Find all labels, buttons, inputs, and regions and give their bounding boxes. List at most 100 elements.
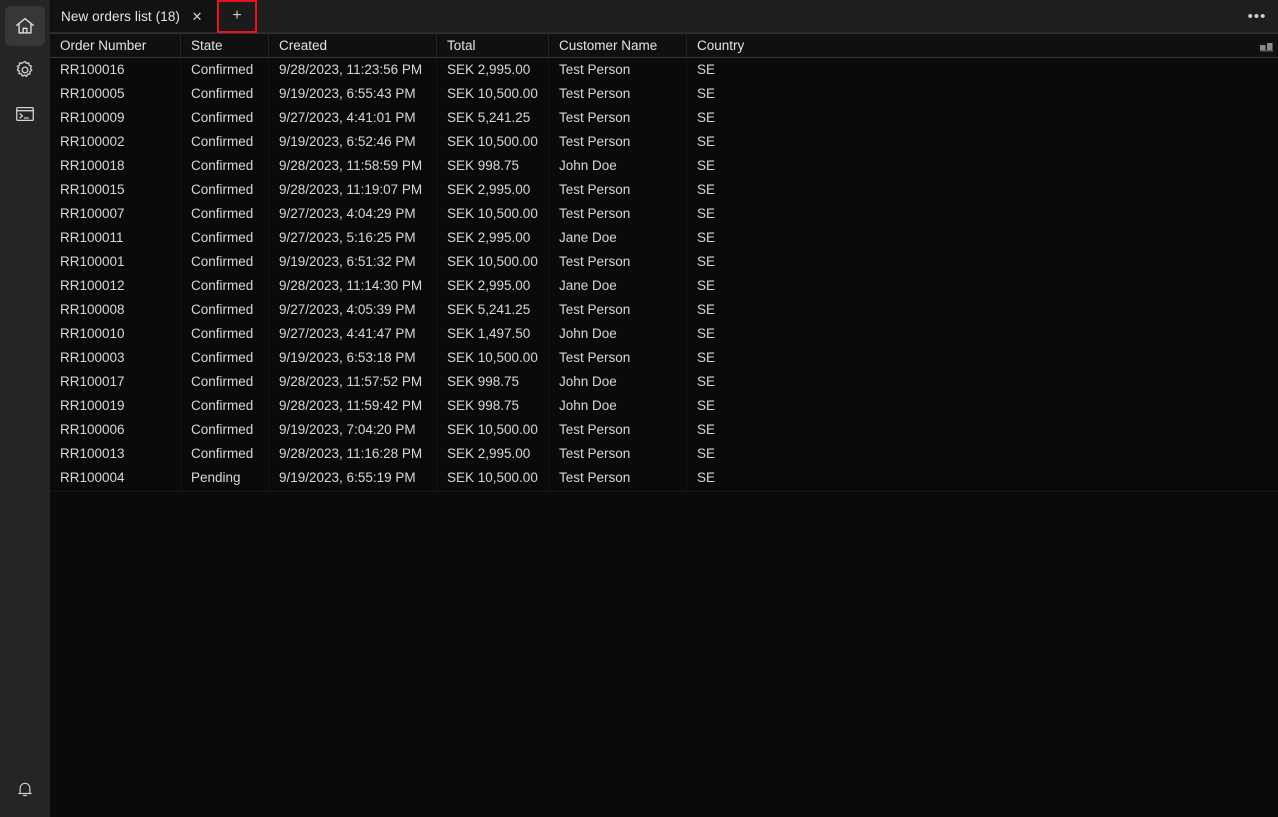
cell-order-number: RR100016 (50, 58, 180, 82)
cell-order-number: RR100013 (50, 442, 180, 466)
grid-header-row: Order NumberStateCreatedTotalCustomer Na… (50, 33, 1278, 58)
cell-total: SEK 2,995.00 (436, 274, 548, 298)
cell-total: SEK 2,995.00 (436, 178, 548, 202)
cell-country: SE (686, 370, 1226, 394)
cell-state: Confirmed (180, 178, 268, 202)
cell-country: SE (686, 178, 1226, 202)
cell-created: 9/28/2023, 11:14:30 PM (268, 274, 436, 298)
cell-state: Confirmed (180, 442, 268, 466)
table-row[interactable]: RR100005Confirmed9/19/2023, 6:55:43 PMSE… (50, 82, 1278, 106)
column-header-total[interactable]: Total (436, 33, 548, 58)
cell-state: Confirmed (180, 226, 268, 250)
cell-order-number: RR100006 (50, 418, 180, 442)
cell-customer-name: Jane Doe (548, 274, 686, 298)
cell-state: Confirmed (180, 370, 268, 394)
new-tab-wrapper: + (217, 0, 257, 32)
table-row[interactable]: RR100008Confirmed9/27/2023, 4:05:39 PMSE… (50, 298, 1278, 322)
cell-state: Confirmed (180, 418, 268, 442)
cell-state: Confirmed (180, 202, 268, 226)
close-icon[interactable]: ✕ (189, 8, 205, 24)
column-header-created[interactable]: Created (268, 33, 436, 58)
cell-created: 9/19/2023, 6:53:18 PM (268, 346, 436, 370)
table-row[interactable]: RR100002Confirmed9/19/2023, 6:52:46 PMSE… (50, 130, 1278, 154)
table-row[interactable]: RR100015Confirmed9/28/2023, 11:19:07 PMS… (50, 178, 1278, 202)
table-row[interactable]: RR100011Confirmed9/27/2023, 5:16:25 PMSE… (50, 226, 1278, 250)
cell-country: SE (686, 58, 1226, 82)
table-row[interactable]: RR100018Confirmed9/28/2023, 11:58:59 PMS… (50, 154, 1278, 178)
cell-created: 9/28/2023, 11:16:28 PM (268, 442, 436, 466)
cell-created: 9/19/2023, 6:55:43 PM (268, 82, 436, 106)
tab-strip: New orders list (18) ✕ + ••• (50, 0, 1278, 33)
cell-order-number: RR100002 (50, 130, 180, 154)
table-row[interactable]: RR100013Confirmed9/28/2023, 11:16:28 PM S… (50, 442, 1278, 466)
cell-created: 9/19/2023, 6:52:46 PM (268, 130, 436, 154)
cell-state: Confirmed (180, 58, 268, 82)
grid-empty-space (50, 492, 1278, 817)
orders-grid: Order NumberStateCreatedTotalCustomer Na… (50, 33, 1278, 492)
cell-total: SEK 998.75 (436, 154, 548, 178)
sidebar-item-home[interactable] (5, 6, 45, 46)
grid-body: RR100016Confirmed9/28/2023, 11:23:56 PMS… (50, 58, 1278, 490)
table-row[interactable]: RR100016Confirmed9/28/2023, 11:23:56 PM S… (50, 58, 1278, 82)
activity-bar-bottom-group (0, 769, 50, 809)
cell-order-number: RR100017 (50, 370, 180, 394)
cell-total: SEK 2,995.00 (436, 226, 548, 250)
cell-country: SE (686, 202, 1226, 226)
cell-created: 9/27/2023, 5:16:25 PM (268, 226, 436, 250)
cell-state: Confirmed (180, 82, 268, 106)
sidebar-item-notifications[interactable] (5, 769, 45, 809)
tab-new-orders-list[interactable]: New orders list (18) ✕ (50, 0, 217, 32)
sidebar-item-terminal[interactable] (5, 94, 45, 134)
cell-customer-name: Test Person (548, 106, 686, 130)
cell-customer-name: Test Person (548, 346, 686, 370)
table-row[interactable]: RR100006Confirmed9/19/2023, 7:04:20 PM SE… (50, 418, 1278, 442)
cell-country: SE (686, 130, 1226, 154)
main-pane: New orders list (18) ✕ + ••• Order Numbe… (50, 0, 1278, 817)
cell-country: SE (686, 418, 1226, 442)
cell-order-number: RR100011 (50, 226, 180, 250)
cell-country: SE (686, 154, 1226, 178)
cell-created: 9/28/2023, 11:57:52 PM (268, 370, 436, 394)
cell-country: SE (686, 442, 1226, 466)
sidebar-item-settings[interactable] (5, 50, 45, 90)
cell-country: SE (686, 394, 1226, 418)
cell-created: 9/27/2023, 4:04:29 PM (268, 202, 436, 226)
table-row[interactable]: RR100012Confirmed9/28/2023, 11:14:30 PMS… (50, 274, 1278, 298)
bell-icon (15, 779, 35, 799)
app-window: New orders list (18) ✕ + ••• Order Numbe… (0, 0, 1278, 817)
cell-total: SEK 10,500.00 (436, 130, 548, 154)
table-row[interactable]: RR100003Confirmed9/19/2023, 6:53:18 PMSE… (50, 346, 1278, 370)
column-header-order-number[interactable]: Order Number (50, 33, 180, 58)
table-row[interactable]: RR100017Confirmed9/28/2023, 11:57:52 PMS… (50, 370, 1278, 394)
cell-order-number: RR100007 (50, 202, 180, 226)
table-row[interactable]: RR100004Pending9/19/2023, 6:55:19 PMSEK … (50, 466, 1278, 490)
column-header-customer-name[interactable]: Customer Name (548, 33, 686, 58)
cell-country: SE (686, 346, 1226, 370)
cell-customer-name: Test Person (548, 418, 686, 442)
new-tab-button[interactable]: + (218, 1, 256, 32)
table-row[interactable]: RR100010Confirmed9/27/2023, 4:41:47 PMSE… (50, 322, 1278, 346)
cell-country: SE (686, 322, 1226, 346)
table-row[interactable]: RR100001Confirmed9/19/2023, 6:51:32 PMSE… (50, 250, 1278, 274)
cell-state: Confirmed (180, 154, 268, 178)
cell-created: 9/28/2023, 11:23:56 PM (268, 58, 436, 82)
cell-state: Confirmed (180, 130, 268, 154)
cell-created: 9/19/2023, 7:04:20 PM (268, 418, 436, 442)
table-row[interactable]: RR100019Confirmed9/28/2023, 11:59:42 PMS… (50, 394, 1278, 418)
more-actions-icon[interactable]: ••• (1242, 0, 1278, 32)
cell-country: SE (686, 466, 1226, 490)
cell-state: Confirmed (180, 394, 268, 418)
table-row[interactable]: RR100009Confirmed9/27/2023, 4:41:01 PMSE… (50, 106, 1278, 130)
column-options-icon[interactable] (1260, 34, 1274, 59)
cell-created: 9/19/2023, 6:51:32 PM (268, 250, 436, 274)
cell-total: SEK 998.75 (436, 370, 548, 394)
cell-total: SEK 5,241.25 (436, 106, 548, 130)
column-header-state[interactable]: State (180, 33, 268, 58)
column-header-country[interactable]: Country (686, 33, 1226, 58)
cell-customer-name: Test Person (548, 130, 686, 154)
cell-total: SEK 10,500.00 (436, 466, 548, 490)
table-row[interactable]: RR100007Confirmed9/27/2023, 4:04:29 PM SE… (50, 202, 1278, 226)
cell-customer-name: Test Person (548, 466, 686, 490)
cell-country: SE (686, 250, 1226, 274)
cell-created: 9/28/2023, 11:19:07 PM (268, 178, 436, 202)
